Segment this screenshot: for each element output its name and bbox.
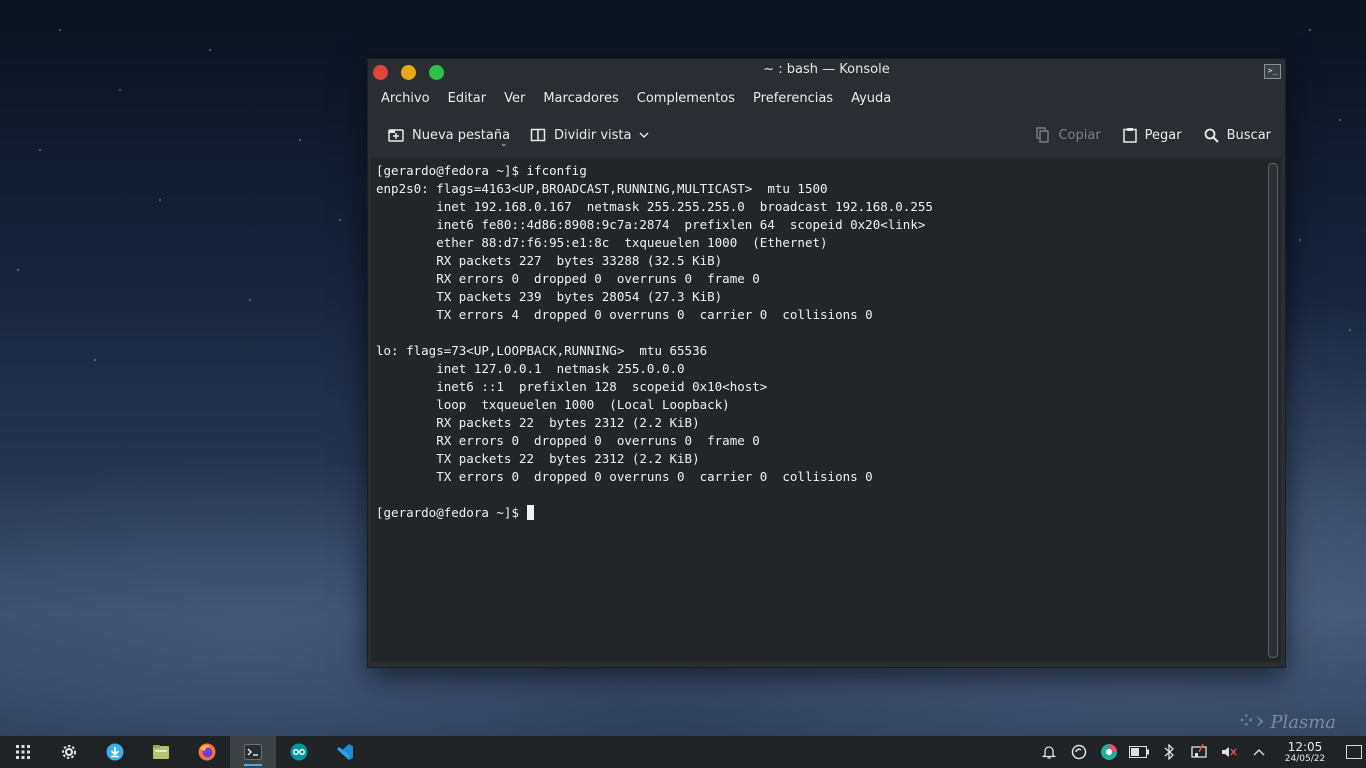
split-view-icon [530,128,546,142]
downloader-icon[interactable] [92,736,138,768]
copy-icon [1036,127,1050,143]
terminal-line: loop txqueuelen 1000 (Local Loopback) [436,397,730,412]
menu-marcadores[interactable]: Marcadores [543,87,627,110]
clock-date: 24/05/22 [1284,753,1326,764]
new-tab-button[interactable]: Nueva pestaña ⌄ [388,127,511,149]
new-tab-icon [388,129,404,142]
menu-editar[interactable]: Editar [448,87,496,110]
show-desktop-button[interactable] [1346,745,1362,759]
terminal-prompt: [gerardo@fedora ~]$ [376,505,527,520]
menu-archivo[interactable]: Archivo [381,87,439,110]
terminal-line: lo: flags=73<UP,LOOPBACK,RUNNING> mtu 65… [376,343,708,358]
terminal-lines: [gerardo@fedora ~]$ ifconfig enp2s0: fla… [376,163,933,484]
volume-muted-icon[interactable] [1214,744,1244,760]
split-view-button[interactable]: Dividir vista [530,127,649,143]
copy-label: Copiar [1058,127,1101,143]
terminal-line: RX errors 0 dropped 0 overruns 0 frame 0 [436,433,760,448]
terminal-line: inet6 fe80::4d86:8908:9c7a:2874 prefixle… [436,217,926,232]
terminal-line: inet6 ::1 prefixlen 128 scopeid 0x10<hos… [436,379,768,394]
notifications-icon[interactable] [1034,744,1064,760]
terminal-line: ether 88:d7:f6:95:e1:8c txqueuelen 1000 … [436,235,828,250]
paste-label: Pegar [1144,127,1182,143]
terminal-output[interactable]: [gerardo@fedora ~]$ ifconfig enp2s0: fla… [376,162,1261,662]
terminal-line: RX packets 22 bytes 2312 (2.2 KiB) [436,415,700,430]
chevron-down-icon [639,132,649,138]
split-view-label: Dividir vista [554,127,632,143]
battery-icon[interactable] [1124,746,1154,758]
files-icon[interactable] [138,736,184,768]
tray-expand-chevron-icon[interactable] [1244,748,1274,756]
terminal-line: enp2s0: flags=4163<UP,BROADCAST,RUNNING,… [376,181,828,196]
menu-complementos[interactable]: Complementos [637,87,744,110]
menu-preferencias[interactable]: Preferencias [753,87,842,110]
vscode-icon[interactable] [322,736,368,768]
app-launcher-icon[interactable] [0,736,46,768]
color-picker-icon[interactable] [1094,743,1124,761]
firefox-icon[interactable] [184,736,230,768]
search-button[interactable]: Buscar [1204,128,1271,143]
settings-icon[interactable] [46,736,92,768]
terminal-area[interactable]: [gerardo@fedora ~]$ ifconfig enp2s0: fla… [371,158,1281,662]
konsole-window: ~ : bash — Konsole >_ Archivo Editar Ver… [367,58,1286,668]
network-icon[interactable] [1184,744,1214,760]
terminal-line: TX packets 239 bytes 28054 (27.3 KiB) [436,289,723,304]
bluetooth-icon[interactable] [1154,744,1184,760]
terminal-line: RX packets 227 bytes 33288 (32.5 KiB) [436,253,723,268]
text-cursor [526,505,534,520]
window-title: ~ : bash — Konsole [763,62,890,77]
terminal-line: inet 192.168.0.167 netmask 255.255.255.0… [436,199,933,214]
paste-button[interactable]: Pegar [1122,127,1182,143]
terminal-line: TX packets 22 bytes 2312 (2.2 KiB) [436,451,700,466]
menu-ver[interactable]: Ver [504,87,534,110]
search-label: Buscar [1226,127,1271,143]
search-icon [1204,128,1219,143]
terminal-line: inet 127.0.0.1 netmask 255.0.0.0 [436,361,685,376]
konsole-app-icon[interactable]: >_ [1264,64,1281,79]
copy-button[interactable]: Copiar [1036,127,1101,143]
paste-icon [1122,128,1137,143]
taskbar: 12:05 24/05/22 [0,736,1366,768]
terminal-line: [gerardo@fedora ~]$ ifconfig [376,163,587,178]
system-tray: 12:05 24/05/22 [1034,736,1366,768]
arduino-icon[interactable] [276,736,322,768]
menu-ayuda[interactable]: Ayuda [851,87,900,110]
titlebar[interactable]: ~ : bash — Konsole >_ [368,59,1285,83]
terminal-line: TX errors 4 dropped 0 overruns 0 carrier… [436,307,873,322]
toolbar: Nueva pestaña ⌄ Dividir vista Copiar Peg… [368,113,1285,157]
clock-time: 12:05 [1287,739,1323,754]
terminal-line: RX errors 0 dropped 0 overruns 0 frame 0 [436,271,760,286]
terminal-scrollbar[interactable] [1268,163,1278,658]
new-tab-menu-chevron-icon[interactable]: ⌄ [500,139,508,149]
plasma-watermark: ⁘› Plasma [1237,709,1336,734]
updates-icon[interactable] [1064,744,1094,760]
clock[interactable]: 12:05 24/05/22 [1278,741,1332,764]
menubar: Archivo Editar Ver Marcadores Complement… [368,83,1285,113]
terminal-icon[interactable] [230,736,276,768]
terminal-line: TX errors 0 dropped 0 overruns 0 carrier… [436,469,873,484]
new-tab-label: Nueva pestaña [412,127,511,143]
